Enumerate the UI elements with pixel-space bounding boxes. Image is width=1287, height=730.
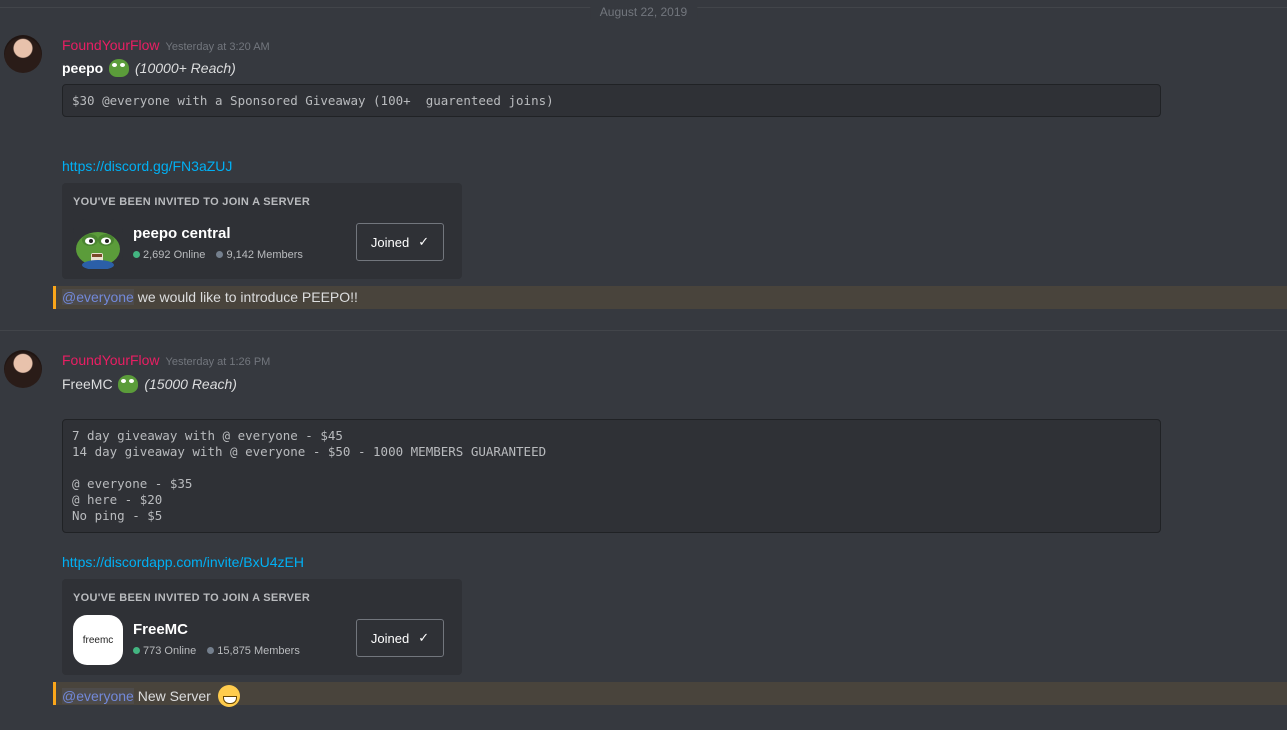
code-block: 7 day giveaway with @ everyone - $45 14 … [62,419,1161,533]
member-count: 15,875 Members [217,645,300,657]
online-count: 2,692 Online [143,249,206,261]
message-title-line: peepo (10000+ Reach) [62,59,236,77]
online-dot-icon [133,251,140,258]
member-count: 9,142 Members [226,249,303,261]
grinning-emoji-icon [217,685,240,707]
message-title-line: FreeMC (15000 Reach) [62,375,237,393]
members-dot-icon [216,251,224,258]
mention-message: @everyone we would like to introduce PEE… [53,286,1287,309]
message-title: FreeMC [62,376,113,392]
avatar[interactable] [4,350,42,388]
author-name[interactable]: FoundYourFlow [62,37,160,53]
message-title: peepo [62,60,104,76]
server-name: peepo central [133,225,231,242]
joined-button[interactable]: Joined ✓ [356,223,444,261]
mention-message: @everyone New Server [53,682,1287,707]
mention-message-text: New Server [133,688,211,704]
avatar[interactable] [4,35,42,73]
invite-header: YOU'VE BEEN INVITED TO JOIN A SERVER [73,592,311,604]
everyone-mention[interactable]: @everyone [62,289,134,305]
server-icon[interactable]: freemc [73,615,123,665]
joined-button[interactable]: Joined ✓ [356,619,444,657]
online-dot-icon [133,647,140,654]
date-divider: August 22, 2019 [0,5,1287,19]
timestamp: Yesterday at 3:20 AM [165,41,270,53]
invite-embed: YOU'VE BEEN INVITED TO JOIN A SERVER fre… [62,579,462,675]
invite-header: YOU'VE BEEN INVITED TO JOIN A SERVER [73,196,311,208]
check-icon: ✓ [418,630,430,645]
message-header: FoundYourFlow Yesterday at 1:26 PM [62,352,270,368]
joined-button-label: Joined [370,234,410,250]
code-block: $30 @everyone with a Sponsored Giveaway … [62,84,1161,117]
message-divider [0,330,1287,331]
date-divider-label: August 22, 2019 [589,5,698,19]
reach-text: (15000 Reach) [144,376,237,392]
timestamp: Yesterday at 1:26 PM [165,356,271,368]
server-icon[interactable] [73,219,123,269]
check-icon: ✓ [418,234,430,249]
message-header: FoundYourFlow Yesterday at 3:20 AM [62,37,270,53]
mention-message-text: we would like to introduce PEEPO!! [133,289,358,305]
online-count: 773 Online [143,645,197,657]
server-stats: 2,692 Online 9,142 Members [133,249,303,261]
reach-text: (10000+ Reach) [135,60,236,76]
invite-link[interactable]: https://discordapp.com/invite/BxU4zEH [62,554,304,570]
server-name: FreeMC [133,621,189,638]
joined-button-label: Joined [370,630,410,646]
author-name[interactable]: FoundYourFlow [62,352,160,368]
server-stats: 773 Online 15,875 Members [133,645,300,657]
peepo-emoji-icon [118,375,139,393]
members-dot-icon [207,647,215,654]
everyone-mention[interactable]: @everyone [62,688,134,704]
server-icon-text: freemc [82,634,114,646]
invite-embed: YOU'VE BEEN INVITED TO JOIN A SERVER pee… [62,183,462,279]
invite-link[interactable]: https://discord.gg/FN3aZUJ [62,158,232,174]
peepo-emoji-icon [109,59,130,77]
